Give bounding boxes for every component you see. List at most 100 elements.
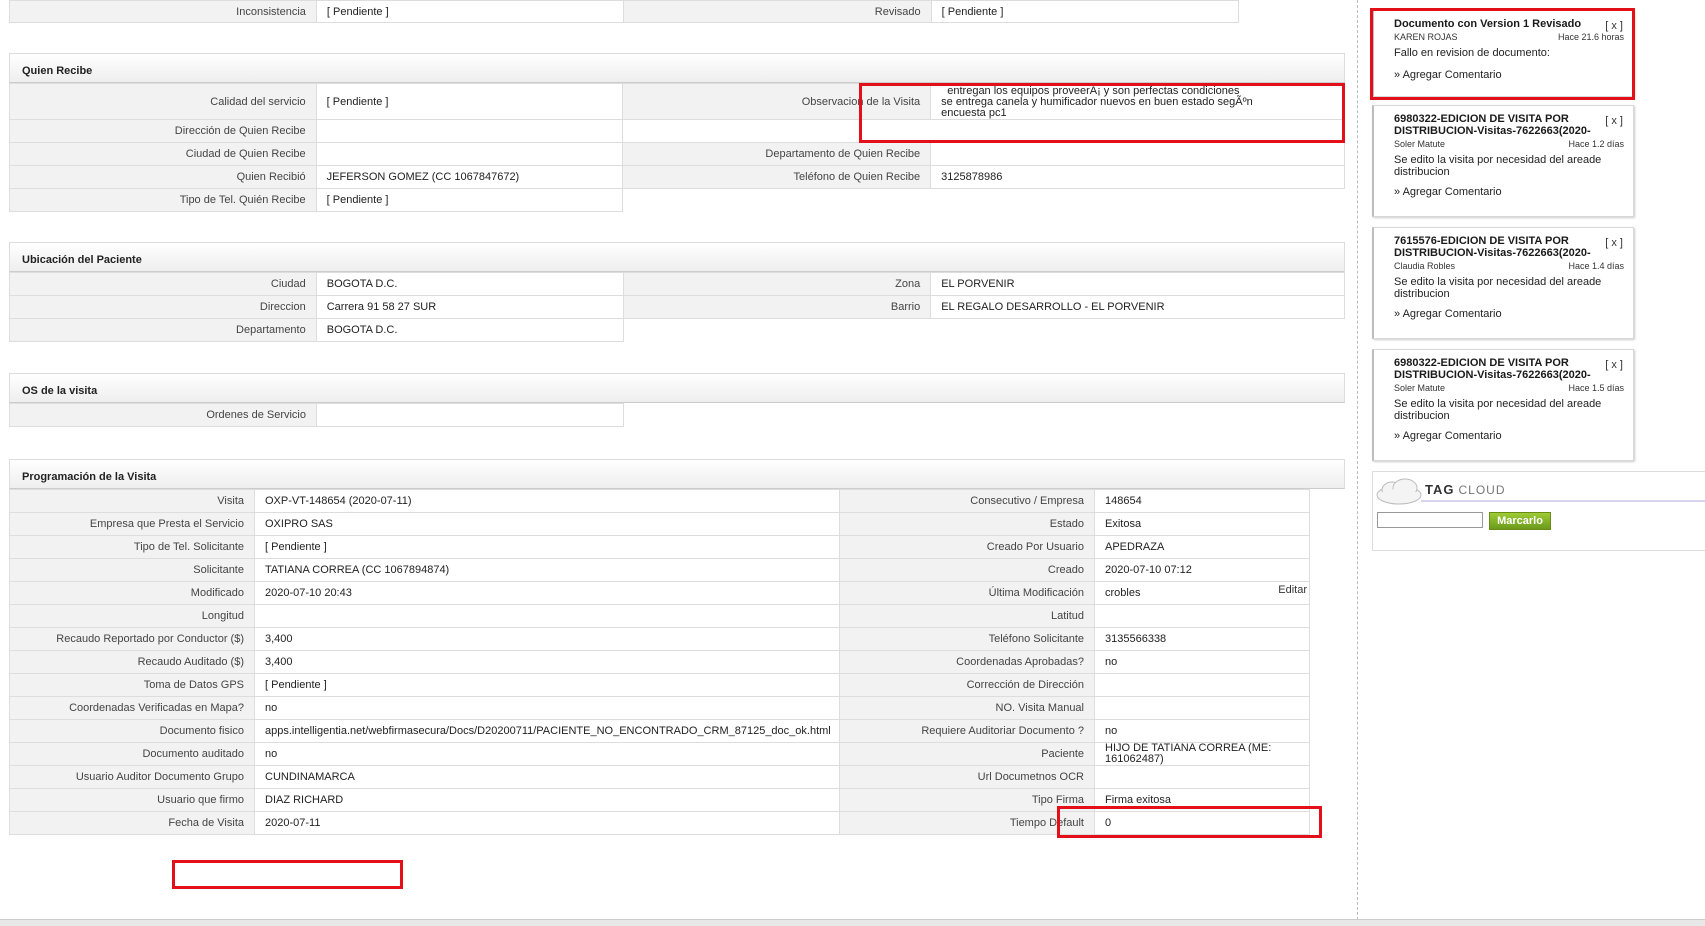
field-value: apps.intelligentia.net/webfirmasecura/Do…	[254, 719, 840, 743]
section-header: Programación de la Visita	[9, 459, 1345, 489]
field-value: 3135566338	[1094, 627, 1310, 651]
close-button[interactable]: [ x ]	[1605, 20, 1623, 32]
field-label: Latitud	[839, 604, 1095, 628]
table-row: Toma de Datos GPS[ Pendiente ] Corrección…	[9, 673, 1310, 697]
observacion-value: entregan los equipos proveerÃ¡ y son per…	[930, 83, 1345, 120]
field-value: DIAZ RICHARD	[254, 788, 840, 812]
table-row: Usuario Auditor Documento Grupo CUNDINAMA…	[9, 765, 1310, 789]
comment-author: KAREN ROJAS	[1394, 32, 1458, 42]
field-label: Recaudo Auditado ($)	[9, 650, 255, 674]
close-button[interactable]: [ x ]	[1605, 359, 1623, 371]
field-label: Tipo Firma	[839, 788, 1095, 812]
tag-cloud-title-cloud: CLOUD	[1458, 483, 1506, 497]
table-row: Tipo de Tel. Solicitante[ Pendiente ] Cre…	[9, 535, 1310, 559]
field-label: Creado	[839, 558, 1095, 582]
field-label: Última Modificación	[839, 581, 1095, 605]
comment-title: 6980322-EDICION DE VISITA POR DISTRIBUCI…	[1394, 357, 1591, 381]
comment-card: 7615576-EDICION DE VISITA POR DISTRIBUCI…	[1372, 227, 1634, 339]
column-divider	[1357, 0, 1358, 925]
field-value: 3,400	[254, 650, 840, 674]
field-label: Inconsistencia	[9, 0, 317, 23]
field-label: Tipo de Tel. Quién Recibe	[9, 188, 317, 212]
add-comment-link[interactable]: » Agregar Comentario	[1394, 69, 1624, 81]
field-label: Creado Por Usuario	[839, 535, 1095, 559]
zona-value: EL PORVENIR	[930, 272, 1345, 296]
table-row: Empresa que Presta el Servicio OXIPRO SAS…	[9, 512, 1310, 536]
field-label: Coordenadas Verificadas en Mapa?	[9, 696, 255, 720]
quien-recibio-value: JEFERSON GOMEZ (CC 1067847672)	[315, 165, 624, 189]
field-label: Documento auditado	[9, 742, 255, 766]
direccion-value: Carrera 91 58 27 SUR	[315, 295, 624, 319]
comment-card: Documento con Version 1 Revisado [ x ] KAR…	[1370, 8, 1635, 100]
field-label: Tiempo Default	[839, 811, 1095, 835]
section-ubicacion: Ubicación del Paciente Ciudad BOGOTA D.C…	[9, 242, 1345, 342]
section-os-visita: OS de la visita Ordenes de Servicio	[9, 373, 1345, 427]
field-label: Ciudad de Quien Recibe	[9, 142, 317, 166]
table-row: Modificado 2020-07-10 20:43 Última Modific…	[9, 581, 1310, 605]
field-value: CUNDINAMARCA	[254, 765, 840, 789]
field-label: Departamento de Quien Recibe	[622, 142, 932, 166]
field-value	[1094, 673, 1310, 697]
table-row: Fecha de Visita 2020-07-11 Tiempo Default…	[9, 811, 1310, 835]
direccion-recibe-value	[315, 119, 624, 143]
field-value: [ Pendiente ]	[254, 673, 840, 697]
close-button[interactable]: [ x ]	[1605, 237, 1623, 249]
field-label: Empresa que Presta el Servicio	[9, 512, 255, 536]
field-label: Documento fisico	[9, 719, 255, 743]
field-label: Corrección de Dirección	[839, 673, 1095, 697]
marcarlo-button[interactable]: Marcarlo	[1489, 512, 1551, 530]
field-label: Longitud	[9, 604, 255, 628]
table-row: Documento auditado no Paciente HIJO DE TAT…	[9, 742, 1310, 766]
field-label: Calidad del servicio	[9, 83, 317, 120]
field-value	[254, 604, 840, 628]
departamento-recibe-value	[930, 142, 1345, 166]
field-label: Url Documetnos OCR	[839, 765, 1095, 789]
add-comment-link[interactable]: » Agregar Comentario	[1394, 186, 1624, 198]
field-label: Fecha de Visita	[9, 811, 255, 835]
table-row: Visita OXP-VT-148654 (2020-07-11) Consecut…	[9, 489, 1310, 513]
section-header: Quien Recibe	[9, 53, 1345, 83]
tag-input[interactable]	[1377, 512, 1483, 528]
comment-body: Fallo en revision de documento:	[1394, 47, 1550, 59]
field-value: 2020-07-10 20:43	[254, 581, 840, 605]
field-label: NO. Visita Manual	[839, 696, 1095, 720]
field-label: Tipo de Tel. Solicitante	[9, 535, 255, 559]
close-button[interactable]: [ x ]	[1605, 115, 1623, 127]
programacion-table: Visita OXP-VT-148654 (2020-07-11) Consecut…	[9, 489, 1310, 835]
comment-body: Se edito la visita por necesidad del are…	[1394, 276, 1602, 300]
ciudad-recibe-value	[315, 142, 624, 166]
field-label: Modificado	[9, 581, 255, 605]
field-value: no	[254, 696, 840, 720]
field-label: Usuario Auditor Documento Grupo	[9, 765, 255, 789]
field-label: Estado	[839, 512, 1095, 536]
barrio-value: EL REGALO DESARROLLO - EL PORVENIR	[930, 295, 1345, 319]
comment-author: Claudia Robles	[1394, 261, 1456, 271]
field-label: Consecutivo / Empresa	[839, 489, 1095, 513]
comment-time: Hace 1.2 días	[1568, 139, 1624, 149]
add-comment-link[interactable]: » Agregar Comentario	[1394, 430, 1624, 442]
table-row: Usuario que firmo DIAZ RICHARD Tipo Firma F…	[9, 788, 1310, 812]
table-row: Longitud Latitud	[9, 604, 1310, 628]
ordenes-value	[316, 403, 624, 427]
comment-body: Se edito la visita por necesidad del are…	[1394, 154, 1602, 178]
field-value: 3,400	[254, 627, 840, 651]
table-row: Solicitante TATIANA CORREA (CC 1067894874…	[9, 558, 1310, 582]
field-value: 148654	[1094, 489, 1310, 513]
field-value	[1094, 765, 1310, 789]
top-status-table: Inconsistencia [ Pendiente ] Revisado [ …	[9, 0, 1345, 23]
field-label: Revisado	[622, 0, 932, 23]
section-quien-recibe: Quien Recibe Calidad del servicio [ Pend…	[9, 53, 1345, 212]
comment-author: Soler Matute	[1394, 383, 1446, 393]
field-value	[1094, 696, 1310, 720]
add-comment-link[interactable]: » Agregar Comentario	[1394, 308, 1624, 320]
field-label: Coordenadas Aprobadas?	[839, 650, 1095, 674]
field-label: Usuario que firmo	[9, 788, 255, 812]
revisado-value: [ Pendiente ]	[930, 0, 1239, 23]
cloud-icon	[1376, 478, 1422, 505]
field-value: OXIPRO SAS	[254, 512, 840, 536]
field-label: Observacion de la Visita	[622, 83, 932, 120]
comment-time: Hace 1.5 días	[1568, 383, 1624, 393]
field-value: [ Pendiente ]	[254, 535, 840, 559]
editar-link[interactable]: Editar	[1278, 584, 1307, 596]
field-value: OXP-VT-148654 (2020-07-11)	[254, 489, 840, 513]
